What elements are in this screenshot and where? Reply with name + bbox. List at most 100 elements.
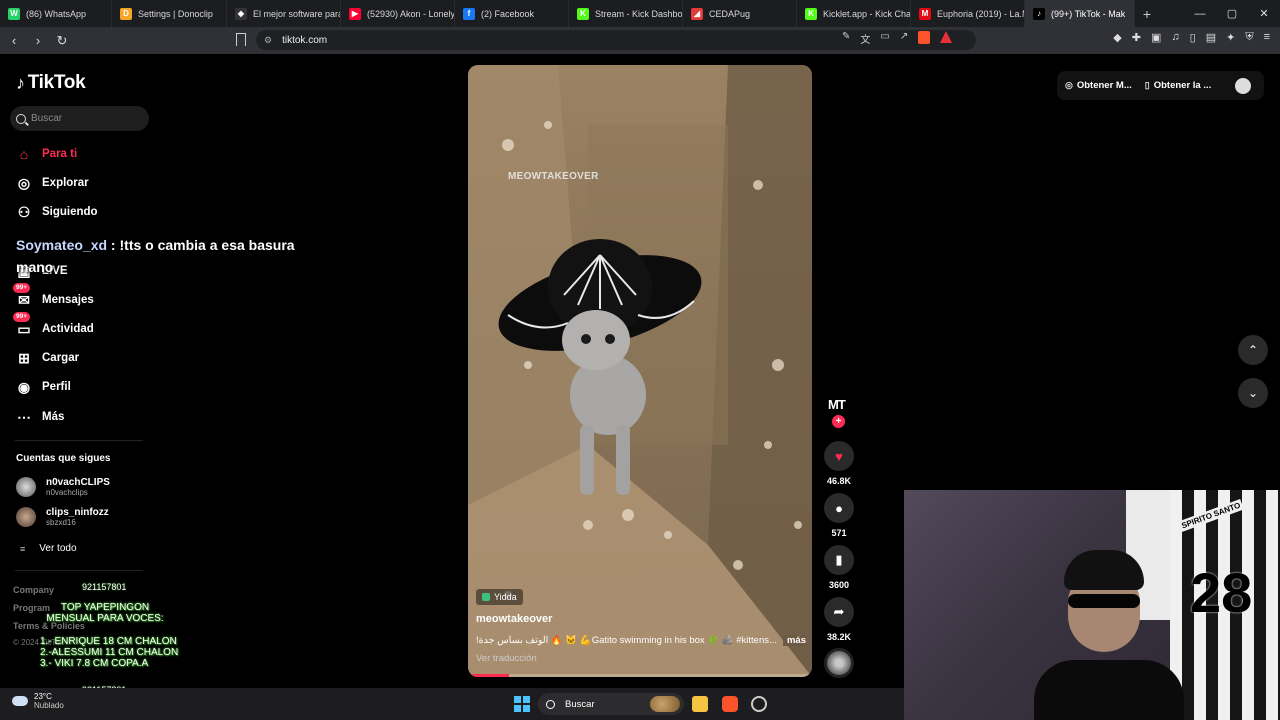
reload-icon[interactable]: ↻ xyxy=(52,33,72,49)
extension-icon[interactable]: ◆ xyxy=(1113,31,1121,44)
tiktok-logo[interactable]: ♪ TikTok xyxy=(16,72,86,94)
browser-tab[interactable]: ▶ (52930) Akon - Lonely xyxy=(341,0,455,27)
browser-tab[interactable]: ◢ CEDAPug xyxy=(683,0,797,27)
effect-label[interactable]: Yidda xyxy=(476,589,523,605)
promo-line: 1.- ENRIQUE 18 CM CHALON xyxy=(40,636,177,647)
bookmark-save-icon[interactable]: ▮ xyxy=(824,545,854,575)
file-explorer-icon[interactable] xyxy=(692,696,708,712)
share-arrow-icon[interactable]: ➦ xyxy=(824,597,854,627)
browser-tab[interactable]: K Kicklet.app - Kick Chat xyxy=(797,0,911,27)
get-app-button[interactable]: ▯ Obtener la ... xyxy=(1145,80,1212,91)
browser-tab[interactable]: f (2) Facebook xyxy=(455,0,569,27)
nav-following[interactable]: ⚇ Siguiendo xyxy=(15,203,98,221)
nav-label: Para ti xyxy=(42,148,78,160)
account-name: clips_ninfozz xyxy=(46,507,109,518)
maximize-button[interactable]: ▢ xyxy=(1216,7,1248,20)
tab-favicon-icon: D xyxy=(120,7,132,20)
video-author[interactable]: meowtakeover xyxy=(476,613,552,625)
browser-tab[interactable]: M Euphoria (2019) - La.M xyxy=(911,0,1025,27)
nav-label: Cargar xyxy=(42,352,80,364)
streamer-hair xyxy=(1064,550,1144,590)
tab-title: Euphoria (2019) - La.M xyxy=(937,8,1025,19)
cast-icon[interactable]: ▭ xyxy=(880,31,889,46)
new-tab-button[interactable]: + xyxy=(1135,6,1159,22)
creator-avatar[interactable]: MT xyxy=(828,397,846,412)
comment-icon[interactable]: ● xyxy=(824,493,854,523)
tab-favicon-icon: ♪ xyxy=(1033,7,1045,20)
video-progress-bar[interactable] xyxy=(468,674,812,677)
taskbar-search-label: Buscar xyxy=(565,698,595,710)
search-input[interactable]: Buscar xyxy=(10,106,149,131)
nav-upload[interactable]: ⊞ Cargar xyxy=(15,349,79,367)
weather-widget[interactable]: 23°C Nublado xyxy=(12,692,64,710)
nav-activity[interactable]: ▭ 99+ Actividad xyxy=(13,312,94,338)
brave-shields-icon[interactable] xyxy=(918,31,931,44)
share-action[interactable]: ➦ 38.2K xyxy=(822,597,856,642)
following-account[interactable]: clips_ninfozz sbzxd16 xyxy=(16,507,109,527)
get-coins-button[interactable]: ◎ Obtener M... xyxy=(1065,80,1132,91)
wallet-icon[interactable]: ▤ xyxy=(1206,31,1216,44)
screenshot-icon[interactable]: ▣ xyxy=(1151,31,1161,44)
music-icon[interactable]: ♫ xyxy=(1171,31,1179,44)
streamer xyxy=(1034,550,1184,720)
nav-for-you[interactable]: ⌂ Para ti xyxy=(15,145,77,163)
app-icon[interactable] xyxy=(751,696,767,712)
translate-icon[interactable]: 文 xyxy=(860,31,870,46)
sidebar-icon[interactable]: ▯ xyxy=(1190,31,1196,44)
chat-username: Soymateo_xd xyxy=(16,237,108,253)
bookmark-icon[interactable] xyxy=(236,33,246,46)
user-avatar[interactable] xyxy=(1235,77,1251,94)
nav-messages[interactable]: ✉ 99+ Mensajes xyxy=(13,283,94,309)
tts-icon[interactable]: ✎ xyxy=(842,31,850,46)
tab-title: El mejor software para xyxy=(253,8,341,19)
see-translation-link[interactable]: Ver traducción xyxy=(476,653,537,664)
close-tab-icon[interactable]: × xyxy=(1133,8,1134,20)
back-icon[interactable]: ‹ xyxy=(4,33,24,48)
nav-label: Mensajes xyxy=(42,294,94,306)
tab-title: Kicklet.app - Kick Chat xyxy=(823,8,911,19)
vpn-icon[interactable]: ⛨ xyxy=(1245,31,1253,44)
brave-rewards-icon[interactable] xyxy=(940,31,953,43)
browser-tab[interactable]: K Stream - Kick Dashboa xyxy=(569,0,683,27)
comment-action[interactable]: ● 571 xyxy=(822,493,856,538)
forward-icon[interactable]: › xyxy=(28,33,48,48)
previous-video-button[interactable]: ⌃ xyxy=(1238,335,1268,365)
tab-favicon-icon: W xyxy=(8,7,20,20)
like-action[interactable]: ♥ 46.8K xyxy=(822,441,856,486)
menu-icon[interactable]: ≡ xyxy=(1264,31,1270,44)
close-window-button[interactable]: ✕ xyxy=(1248,7,1280,20)
promo-phone-top: 921157801 xyxy=(82,582,127,592)
more-link[interactable]: más xyxy=(782,635,806,646)
windows-start-icon[interactable] xyxy=(514,696,530,712)
footer-divider xyxy=(15,570,143,571)
brave-browser-icon[interactable] xyxy=(722,696,738,712)
site-info-icon[interactable]: ⚙ xyxy=(264,35,272,46)
browser-tab[interactable]: ◆ El mejor software para xyxy=(227,0,341,27)
nav-profile[interactable]: ◉ Perfil xyxy=(15,378,71,396)
browser-tab-strip: W (86) WhatsApp D Settings | Donoclip ◆ El me… xyxy=(0,0,1280,27)
music-disc-icon[interactable] xyxy=(824,648,854,678)
chevron-down-icon: ⌄ xyxy=(1247,386,1259,400)
heart-icon[interactable]: ♥ xyxy=(824,441,854,471)
minimize-button[interactable]: — xyxy=(1184,8,1216,20)
browser-tab[interactable]: D Settings | Donoclip xyxy=(112,0,227,27)
footer-company[interactable]: Company xyxy=(13,585,54,595)
browser-tab[interactable]: W (86) WhatsApp xyxy=(0,0,112,27)
promo-line: 2.-ALESSUMI 11 CM CHALON xyxy=(40,647,179,658)
browser-tab[interactable]: ♪ (99+) TikTok - Mak × xyxy=(1025,0,1135,27)
compass-icon: ◎ xyxy=(17,174,31,191)
nav-more[interactable]: ⋯ Más xyxy=(15,408,64,426)
next-video-button[interactable]: ⌄ xyxy=(1238,378,1268,408)
puzzle-icon[interactable]: ✚ xyxy=(1132,31,1141,44)
taskbar-search[interactable]: Buscar xyxy=(538,693,684,715)
save-action[interactable]: ▮ 3600 xyxy=(822,545,856,590)
following-account[interactable]: n0vachCLIPS n0vachclips xyxy=(16,477,110,497)
share-icon[interactable]: ↗ xyxy=(900,31,908,46)
video-player[interactable]: MEOWTAKEOVER Yidda meowtakeover !الوتف ب… xyxy=(468,65,812,677)
ai-icon[interactable]: ✦ xyxy=(1226,31,1235,44)
jersey-number: 28 xyxy=(1190,561,1253,624)
nav-explore[interactable]: ◎ Explorar xyxy=(15,174,89,192)
see-all-link[interactable]: ≡ Ver todo xyxy=(20,543,77,554)
tab-favicon-icon: ▶ xyxy=(349,7,361,20)
follow-plus-icon[interactable]: + xyxy=(832,415,845,428)
